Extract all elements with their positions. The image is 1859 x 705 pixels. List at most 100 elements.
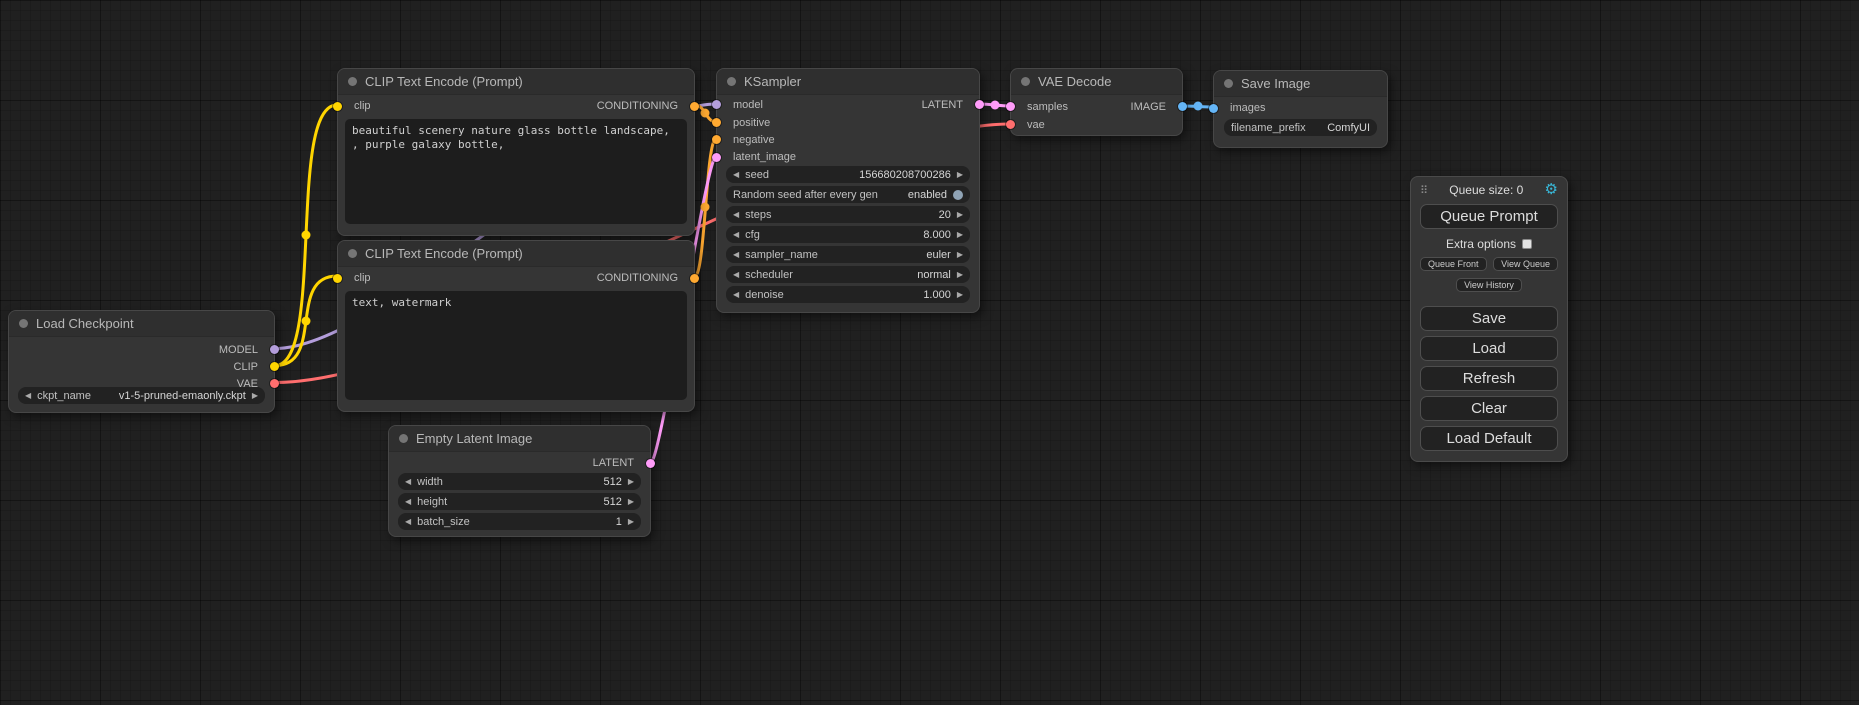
settings-gear-icon[interactable]: ⚙: [1545, 183, 1558, 197]
widget-seed[interactable]: ◀ seed 156680208700286 ▶: [726, 166, 970, 183]
output-port-latent[interactable]: [646, 459, 655, 468]
decrement-icon[interactable]: ◀: [405, 493, 411, 510]
increment-icon[interactable]: ▶: [957, 286, 963, 303]
increment-icon[interactable]: ▶: [628, 473, 634, 490]
output-port-conditioning[interactable]: [690, 274, 699, 283]
toggle-knob-icon[interactable]: [953, 190, 963, 200]
wire-midpoint-dot: [302, 317, 311, 326]
widget-random-seed-toggle[interactable]: Random seed after every gen enabled: [726, 186, 970, 203]
collapse-dot-icon[interactable]: [348, 77, 357, 86]
output-port-conditioning[interactable]: [690, 102, 699, 111]
widget-sampler-name[interactable]: ◀ sampler_name euler ▶: [726, 246, 970, 263]
input-port-vae[interactable]: [1006, 120, 1015, 129]
decrement-icon[interactable]: ◀: [405, 513, 411, 530]
node-empty-latent-image[interactable]: Empty Latent Image LATENT ◀ width 512 ▶ …: [388, 425, 651, 537]
node-clip-text-encode-negative[interactable]: CLIP Text Encode (Prompt) clip CONDITION…: [337, 240, 695, 412]
input-port-clip[interactable]: [333, 274, 342, 283]
widget-width[interactable]: ◀ width 512 ▶: [398, 473, 641, 490]
collapse-dot-icon[interactable]: [19, 319, 28, 328]
input-label-negative: negative: [733, 132, 775, 148]
increment-icon[interactable]: ▶: [957, 166, 963, 183]
decrement-icon[interactable]: ◀: [733, 166, 739, 183]
increment-icon[interactable]: ▶: [628, 513, 634, 530]
collapse-dot-icon[interactable]: [1224, 79, 1233, 88]
collapse-dot-icon[interactable]: [727, 77, 736, 86]
clear-button[interactable]: Clear: [1420, 396, 1558, 421]
combo-next-icon[interactable]: ▶: [252, 387, 258, 404]
widget-filename-prefix[interactable]: filename_prefix ComfyUI: [1224, 119, 1377, 136]
increment-icon[interactable]: ▶: [957, 206, 963, 223]
node-title-bar[interactable]: CLIP Text Encode (Prompt): [338, 241, 694, 267]
drag-handle-icon[interactable]: ⠿: [1420, 184, 1428, 197]
load-button[interactable]: Load: [1420, 336, 1558, 361]
widget-denoise[interactable]: ◀ denoise 1.000 ▶: [726, 286, 970, 303]
output-label-conditioning: CONDITIONING: [597, 98, 678, 114]
widget-scheduler[interactable]: ◀ scheduler normal ▶: [726, 266, 970, 283]
node-title-bar[interactable]: CLIP Text Encode (Prompt): [338, 69, 694, 95]
widget-height[interactable]: ◀ height 512 ▶: [398, 493, 641, 510]
node-save-image[interactable]: Save Image images filename_prefix ComfyU…: [1213, 70, 1388, 148]
wire-midpoint-dot: [991, 101, 1000, 110]
input-port-samples[interactable]: [1006, 102, 1015, 111]
input-port-images[interactable]: [1209, 104, 1218, 113]
node-title-bar[interactable]: KSampler: [717, 69, 979, 95]
node-load-checkpoint[interactable]: Load Checkpoint MODEL CLIP VAE ◀ ckpt_na…: [8, 310, 275, 413]
input-label-images: images: [1230, 100, 1265, 116]
decrement-icon[interactable]: ◀: [733, 206, 739, 223]
output-port-image[interactable]: [1178, 102, 1187, 111]
input-port-positive[interactable]: [712, 118, 721, 127]
node-clip-text-encode-positive[interactable]: CLIP Text Encode (Prompt) clip CONDITION…: [337, 68, 695, 236]
extra-options-label: Extra options: [1446, 237, 1516, 251]
widget-cfg[interactable]: ◀ cfg 8.000 ▶: [726, 226, 970, 243]
output-port-model[interactable]: [270, 345, 279, 354]
decrement-icon[interactable]: ◀: [733, 286, 739, 303]
output-label-image: IMAGE: [1131, 99, 1166, 115]
decrement-icon[interactable]: ◀: [405, 473, 411, 490]
combo-prev-icon[interactable]: ◀: [733, 246, 739, 263]
node-vae-decode[interactable]: VAE Decode samples vae IMAGE: [1010, 68, 1183, 136]
increment-icon[interactable]: ▶: [957, 226, 963, 243]
collapse-dot-icon[interactable]: [1021, 77, 1030, 86]
widget-batch-size[interactable]: ◀ batch_size 1 ▶: [398, 513, 641, 530]
node-title-bar[interactable]: VAE Decode: [1011, 69, 1182, 95]
queue-front-button[interactable]: Queue Front: [1420, 257, 1487, 271]
output-port-vae[interactable]: [270, 379, 279, 388]
node-title: VAE Decode: [1038, 74, 1111, 89]
combo-next-icon[interactable]: ▶: [957, 266, 963, 283]
output-port-clip[interactable]: [270, 362, 279, 371]
prompt-textarea[interactable]: text, watermark: [345, 291, 687, 400]
combo-next-icon[interactable]: ▶: [957, 246, 963, 263]
collapse-dot-icon[interactable]: [348, 249, 357, 258]
input-port-latent-image[interactable]: [712, 153, 721, 162]
extra-options-checkbox[interactable]: [1522, 239, 1532, 249]
collapse-dot-icon[interactable]: [399, 434, 408, 443]
decrement-icon[interactable]: ◀: [733, 226, 739, 243]
node-title-bar[interactable]: Empty Latent Image: [389, 426, 650, 452]
combo-prev-icon[interactable]: ◀: [733, 266, 739, 283]
queue-prompt-button[interactable]: Queue Prompt: [1420, 204, 1558, 229]
output-port-latent[interactable]: [975, 100, 984, 109]
node-title-bar[interactable]: Save Image: [1214, 71, 1387, 97]
view-history-button[interactable]: View History: [1456, 278, 1522, 292]
input-port-model[interactable]: [712, 100, 721, 109]
save-button[interactable]: Save: [1420, 306, 1558, 331]
load-default-button[interactable]: Load Default: [1420, 426, 1558, 451]
refresh-button[interactable]: Refresh: [1420, 366, 1558, 391]
input-port-clip[interactable]: [333, 102, 342, 111]
view-queue-button[interactable]: View Queue: [1493, 257, 1558, 271]
node-graph-canvas[interactable]: Load Checkpoint MODEL CLIP VAE ◀ ckpt_na…: [0, 0, 1859, 705]
node-title-bar[interactable]: Load Checkpoint: [9, 311, 274, 337]
input-label-clip: clip: [354, 270, 371, 286]
combo-prev-icon[interactable]: ◀: [25, 387, 31, 404]
widget-steps[interactable]: ◀ steps 20 ▶: [726, 206, 970, 223]
node-title: CLIP Text Encode (Prompt): [365, 74, 523, 89]
input-port-negative[interactable]: [712, 135, 721, 144]
node-title: KSampler: [744, 74, 801, 89]
node-ksampler[interactable]: KSampler model positive negative latent_…: [716, 68, 980, 313]
widget-ckpt-name[interactable]: ◀ ckpt_name v1-5-pruned-emaonly.ckpt ▶: [18, 387, 265, 404]
node-title: Save Image: [1241, 76, 1310, 91]
wire-clip-to-negative-prompt: [275, 276, 337, 366]
node-title: Empty Latent Image: [416, 431, 532, 446]
increment-icon[interactable]: ▶: [628, 493, 634, 510]
prompt-textarea[interactable]: beautiful scenery nature glass bottle la…: [345, 119, 687, 224]
